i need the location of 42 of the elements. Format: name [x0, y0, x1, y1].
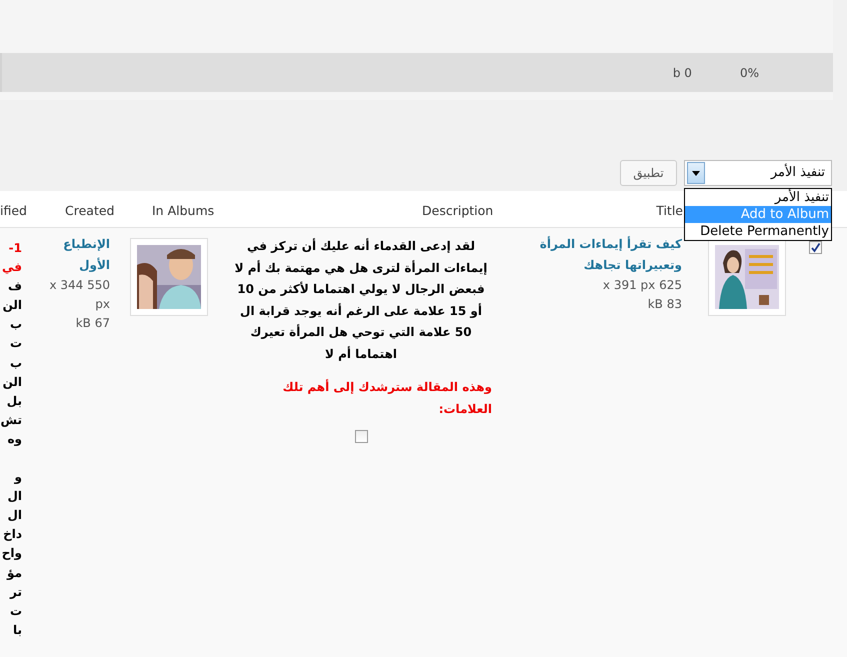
text-fragment: تش [0, 412, 22, 429]
text-fragment: داخ [2, 526, 22, 544]
dropdown-option[interactable]: تنفيذ الأمر [685, 189, 831, 206]
column-header[interactable]: In Albums [152, 202, 214, 221]
text-fragment: و [13, 469, 22, 486]
title-link[interactable]: الإنطباع الأول [40, 234, 110, 276]
image-dimensions: x 391 px 625 [602, 277, 682, 294]
dropdown-option[interactable]: Delete Permanently [685, 223, 831, 240]
checkbox[interactable] [809, 241, 822, 254]
text-fragment: الن [2, 297, 22, 314]
text-fragment: مؤ [6, 564, 22, 582]
text-fragment: با [12, 622, 22, 639]
text-fragment: ال [6, 507, 22, 524]
file-size: b 0 [672, 64, 692, 82]
column-header[interactable]: Created [65, 202, 114, 221]
image-dimensions: x 344 550 [48, 277, 110, 294]
text-fragment: بل [6, 392, 22, 410]
text-fragment: ب [8, 316, 22, 334]
text-fragment: ت [8, 335, 22, 352]
text-fragment: واح [0, 545, 22, 562]
description-note: وهذه المقالة سترشدك إلى أهم تلك العلامات: [282, 378, 492, 418]
file-size: kB 67 [74, 315, 110, 332]
apply-button[interactable]: تطبيق [620, 160, 677, 186]
text-fragment: وه [6, 430, 22, 448]
text-fragment: 1- [8, 240, 22, 257]
progress-percent: 0% [740, 64, 759, 82]
text-fragment: تر [8, 584, 22, 601]
file-size: kB 83 [646, 296, 682, 313]
column-header[interactable]: ified [0, 202, 27, 221]
column-header[interactable]: Title [656, 202, 683, 221]
unit-label: px [94, 296, 110, 313]
bulk-action-select[interactable]: تنفيذ الأمر [684, 160, 832, 186]
text-fragment: في [1, 259, 22, 276]
text-fragment: ب [8, 354, 22, 372]
title-link[interactable]: كيف تقرأ إيماءات المرأة وتعبيراتها تجاهك [530, 234, 682, 276]
text-fragment: ف [7, 278, 22, 296]
text-fragment: ت [8, 602, 22, 620]
checkbox[interactable] [354, 430, 368, 443]
text-fragment: الن [2, 374, 22, 391]
description-text: لقد إدعى القدماء أنه عليك أن تركز في إيماءات المرأة لترى هل هي مهتمة بك أم لا فبعض الرجال لا يولي اهتماما لأكثر من 10 أو 15 علامة على الرغم أنه يوجد قرابة ال 50 علامة التي توحي هل المرأة تعيرك اهتماما أم لا [234, 237, 488, 363]
text-fragment: ال [6, 488, 22, 506]
column-header[interactable]: Description [422, 202, 494, 221]
